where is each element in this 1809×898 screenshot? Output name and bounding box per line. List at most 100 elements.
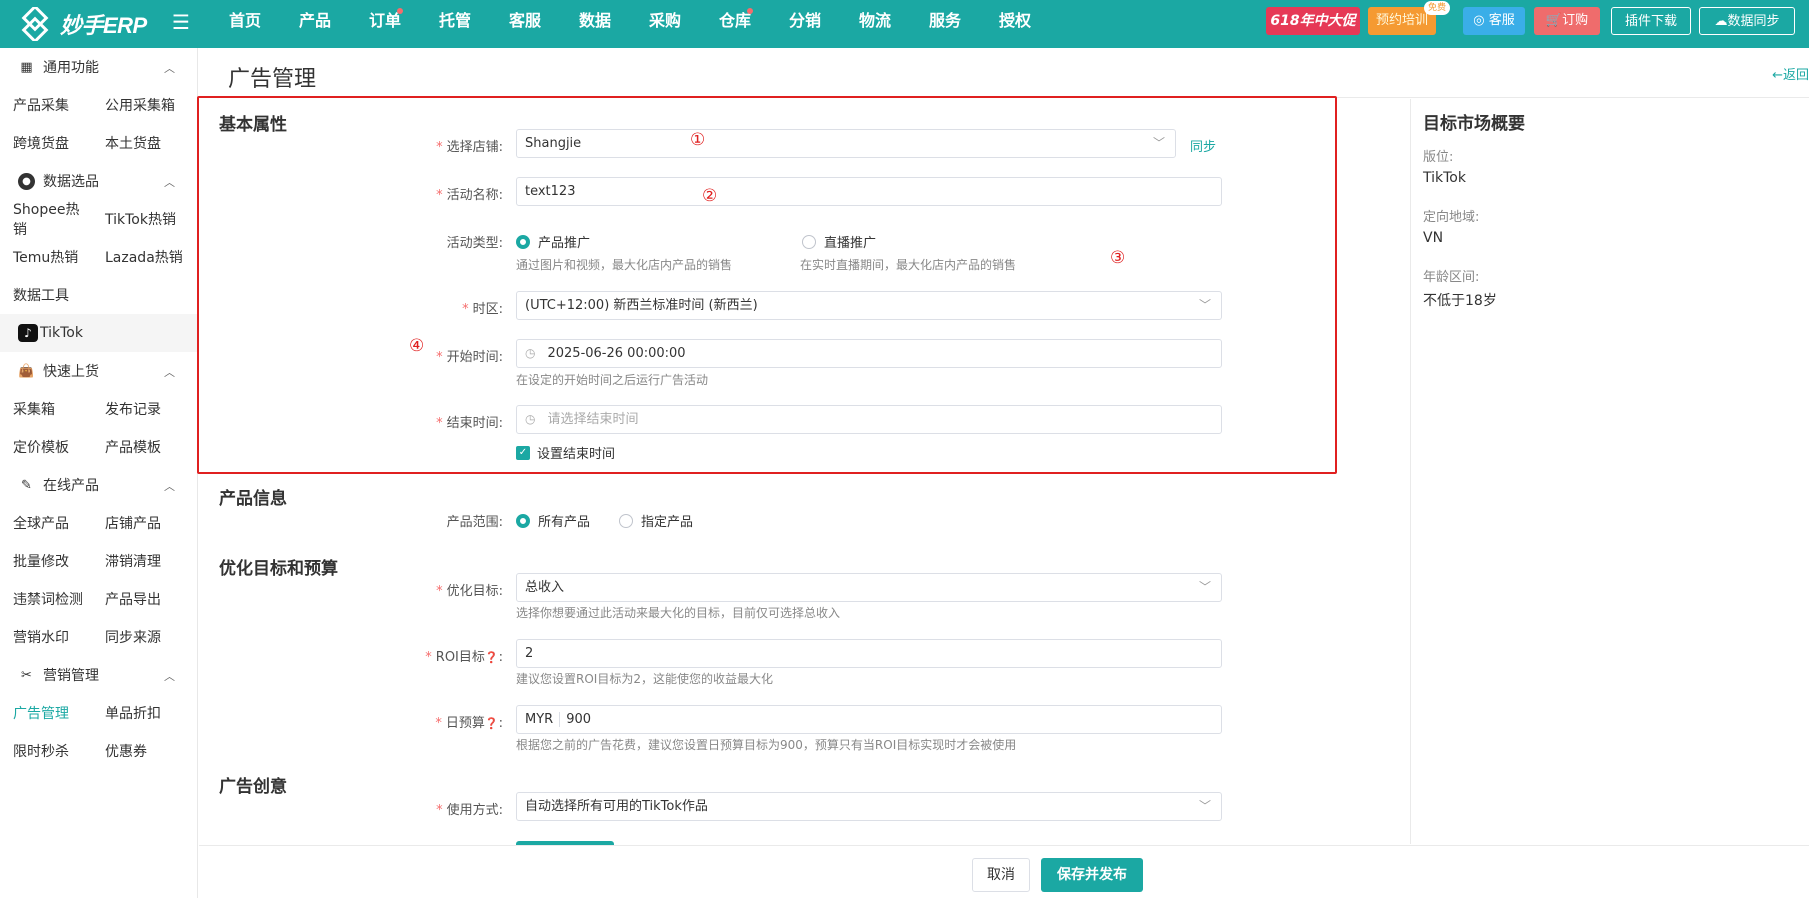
roi-hint: 建议您设置ROI目标为2，这能使您的收益最大化 [516, 672, 773, 686]
product-range-label: 产品范围: [446, 515, 503, 530]
sidebar-item-product-template[interactable]: 产品模板 [92, 437, 192, 457]
top-nav-bar: 妙手ERP ☰ 首页 产品 订单 托管 客服 数据 采购 仓库 分销 物流 服务… [0, 0, 1809, 48]
notification-dot [397, 8, 403, 14]
sidebar-item-global-products[interactable]: 全球产品 [0, 513, 92, 533]
cloud-icon: ☁ [1714, 14, 1728, 29]
sidebar-item-local-goods[interactable]: 本土货盘 [92, 133, 192, 153]
sidebar-group-online-products[interactable]: ✎ 在线产品 ︿ [0, 466, 197, 504]
section-product-title: 产品信息 [219, 489, 287, 509]
slot-label: 版位: [1423, 150, 1454, 165]
notification-dot [747, 8, 753, 14]
radio-all-products[interactable]: 所有产品 [516, 511, 590, 530]
cancel-button[interactable]: 取消 [972, 858, 1030, 892]
chevron-down-icon: ﹀ [1198, 799, 1211, 813]
nav-item-product[interactable]: 产品 [280, 0, 350, 48]
sidebar-item-publish-log[interactable]: 发布记录 [92, 399, 192, 419]
nav-item-home[interactable]: 首页 [210, 0, 280, 48]
sidebar-item-pricing-template[interactable]: 定价模板 [0, 437, 92, 457]
nav-item-authorize[interactable]: 授权 [980, 0, 1050, 48]
topbar-actions: 618年中大促 预约培训 免费 ◎ 客服 🛒订购 插件下载 ☁数据同步 [1266, 1, 1809, 37]
nav-item-service[interactable]: 客服 [490, 0, 560, 48]
nav-item-services[interactable]: 服务 [910, 0, 980, 48]
save-publish-button[interactable]: 保存并发布 [1041, 858, 1143, 892]
help-icon[interactable]: ❓ [485, 717, 499, 730]
logo-icon [21, 7, 49, 41]
roi-input[interactable]: 2 [516, 639, 1222, 668]
sidebar-item-temu-hot[interactable]: Temu热销 [0, 247, 92, 267]
sidebar-item-cross-border[interactable]: 跨境货盘 [0, 133, 92, 153]
chevron-down-icon: ﹀ [1198, 580, 1211, 594]
sidebar-item-tiktok-hot[interactable]: TikTok热销 [92, 209, 192, 229]
goal-hint: 选择你想要通过此活动来最大化的目标，目前仅可选择总收入 [516, 606, 841, 620]
menu-toggle-icon[interactable]: ☰ [172, 12, 190, 32]
sidebar-group-data-selection[interactable]: ● 数据选品 ︿ [0, 162, 197, 200]
sidebar-item-product-export[interactable]: 产品导出 [92, 589, 192, 609]
headset-icon: ◎ [1473, 13, 1489, 28]
sidebar-item-sync-source[interactable]: 同步来源 [92, 627, 192, 647]
goal-label: * 优化目标: [436, 584, 503, 599]
radio-specified-products[interactable]: 指定产品 [619, 511, 693, 530]
nav-item-distribution[interactable]: 分销 [770, 0, 840, 48]
nav-item-warehouse[interactable]: 仓库 [700, 0, 770, 48]
chevron-up-icon: ︿ [164, 480, 175, 493]
ticket-icon: ✂ [21, 667, 32, 683]
order-button[interactable]: 🛒订购 [1534, 7, 1600, 35]
sidebar-item-coupon[interactable]: 优惠券 [92, 741, 192, 761]
section-creative-title: 广告创意 [219, 777, 287, 797]
sidebar-item-lazada-hot[interactable]: Lazada热销 [92, 247, 192, 267]
store-sync-link[interactable]: 同步 [1190, 136, 1216, 155]
sidebar-item-product-collect[interactable]: 产品采集 [0, 95, 92, 115]
budget-input[interactable]: MYR 900 [516, 705, 1222, 734]
chevron-up-icon: ︿ [164, 366, 175, 379]
plugin-download-button[interactable]: 插件下载 [1611, 7, 1691, 35]
section-optimize-title: 优化目标和预算 [219, 559, 338, 579]
chevron-up-icon: ︿ [164, 62, 175, 75]
sidebar-group-quick-upload[interactable]: 👜 快速上货 ︿ [0, 352, 197, 390]
chevron-up-icon: ︿ [164, 176, 175, 189]
sidebar-group-marketing[interactable]: ✂ 营销管理 ︿ [0, 656, 197, 694]
nav-item-order[interactable]: 订单 [350, 0, 420, 48]
help-icon[interactable]: ❓ [485, 651, 499, 664]
page-title: 广告管理 [228, 67, 317, 92]
currency-prefix: MYR [525, 712, 561, 727]
region-label: 定向地域: [1423, 210, 1480, 225]
goal-select[interactable]: 总收入 ﹀ [516, 573, 1222, 602]
annotation-highlight-box [197, 96, 1337, 474]
sidebar-item-tiktok[interactable]: ♪ TikTok [0, 314, 197, 352]
back-link[interactable]: ←返回 [1772, 64, 1809, 83]
sidebar-item-flash-sale[interactable]: 限时秒杀 [0, 741, 92, 761]
sidebar-item-collect-box[interactable]: 采集箱 [0, 399, 92, 419]
promo-618-button[interactable]: 618年中大促 [1266, 7, 1360, 35]
sidebar-item-data-tools[interactable]: 数据工具 [0, 285, 92, 305]
sidebar-item-slow-clean[interactable]: 滞销清理 [92, 551, 192, 571]
target-market-panel: 目标市场概要 版位: TikTok 定向地域: VN 年龄区间: 不低于18岁 [1410, 99, 1809, 844]
cart-icon: 🛒 [1545, 13, 1563, 28]
age-label: 年龄区间: [1423, 270, 1480, 285]
flame-icon: ● [18, 172, 35, 190]
nav-item-logistics[interactable]: 物流 [840, 0, 910, 48]
customer-service-button[interactable]: ◎ 客服 [1463, 7, 1525, 35]
use-mode-select[interactable]: 自动选择所有可用的TikTok作品 ﹀ [516, 792, 1222, 821]
bag-icon: 👜 [18, 363, 35, 379]
nav-item-data[interactable]: 数据 [560, 0, 630, 48]
data-sync-button[interactable]: ☁数据同步 [1699, 7, 1795, 35]
sidebar-item-ad-management[interactable]: 广告管理 [0, 703, 92, 723]
use-mode-label: * 使用方式: [436, 803, 503, 818]
sidebar-item-batch-edit[interactable]: 批量修改 [0, 551, 92, 571]
app-logo[interactable]: 妙手ERP [18, 6, 158, 42]
sidebar-item-single-discount[interactable]: 单品折扣 [92, 703, 192, 723]
sidebar-item-banned-words[interactable]: 违禁词检测 [0, 589, 92, 609]
slot-value: TikTok [1423, 170, 1466, 186]
nav-item-hosting[interactable]: 托管 [420, 0, 490, 48]
budget-label: * 日预算❓: [435, 716, 503, 731]
sidebar-group-general[interactable]: ▦ 通用功能 ︿ [0, 48, 197, 86]
budget-hint: 根据您之前的广告花费，建议您设置日预算目标为900，预算只有当ROI目标实现时才… [516, 738, 1017, 752]
nav-item-purchase[interactable]: 采购 [630, 0, 700, 48]
sidebar-item-shopee-hot[interactable]: Shopee热销 [0, 199, 92, 239]
sidebar-item-public-box[interactable]: 公用采集箱 [92, 95, 192, 115]
roi-label: * ROI目标❓: [425, 650, 503, 665]
panel-title: 目标市场概要 [1423, 114, 1525, 134]
edit-icon: ✎ [21, 477, 32, 493]
sidebar-item-watermark[interactable]: 营销水印 [0, 627, 92, 647]
sidebar-item-store-products[interactable]: 店铺产品 [92, 513, 192, 533]
